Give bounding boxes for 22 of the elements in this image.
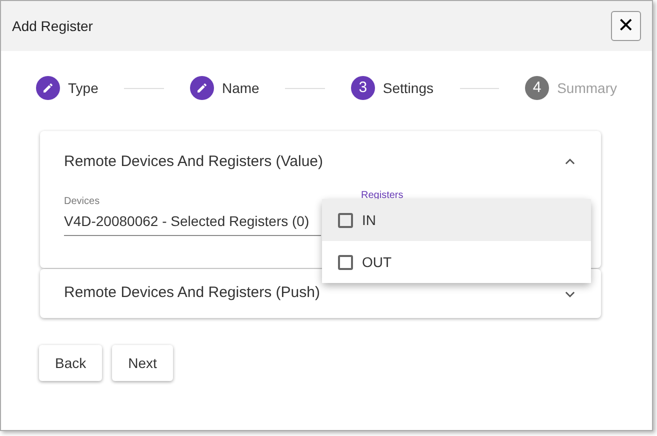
menu-item-label: OUT [362,252,392,272]
window-title: Add Register [12,16,93,36]
menu-item[interactable]: OUT [322,241,591,283]
field-label: Registers [361,190,404,200]
step-label: Settings [382,78,434,98]
pencil-icon [42,82,54,94]
devices-field[interactable]: Devices V4D-20080062 - Selected Registers (0) [64,194,321,236]
pencil-icon [196,82,208,94]
field-value: V4D-20080062 - Selected Registers (0) [64,212,310,231]
menu-item-label: IN [362,210,376,230]
panel-title[interactable]: Remote Devices And Registers (Push) [64,282,320,305]
checkbox[interactable] [338,254,353,270]
checkbox[interactable] [338,212,353,228]
step-label: Type [68,78,98,98]
field-label: Devices [64,194,101,208]
close-button[interactable]: ✕ [611,11,641,41]
next-button[interactable]: Next [112,345,173,381]
step-label: Name [222,78,260,98]
step-label: Summary [557,78,617,98]
back-button[interactable]: Back [39,345,102,381]
menu-item[interactable]: IN [322,199,591,241]
panel-title[interactable]: Remote Devices And Registers (Value) [64,151,323,174]
